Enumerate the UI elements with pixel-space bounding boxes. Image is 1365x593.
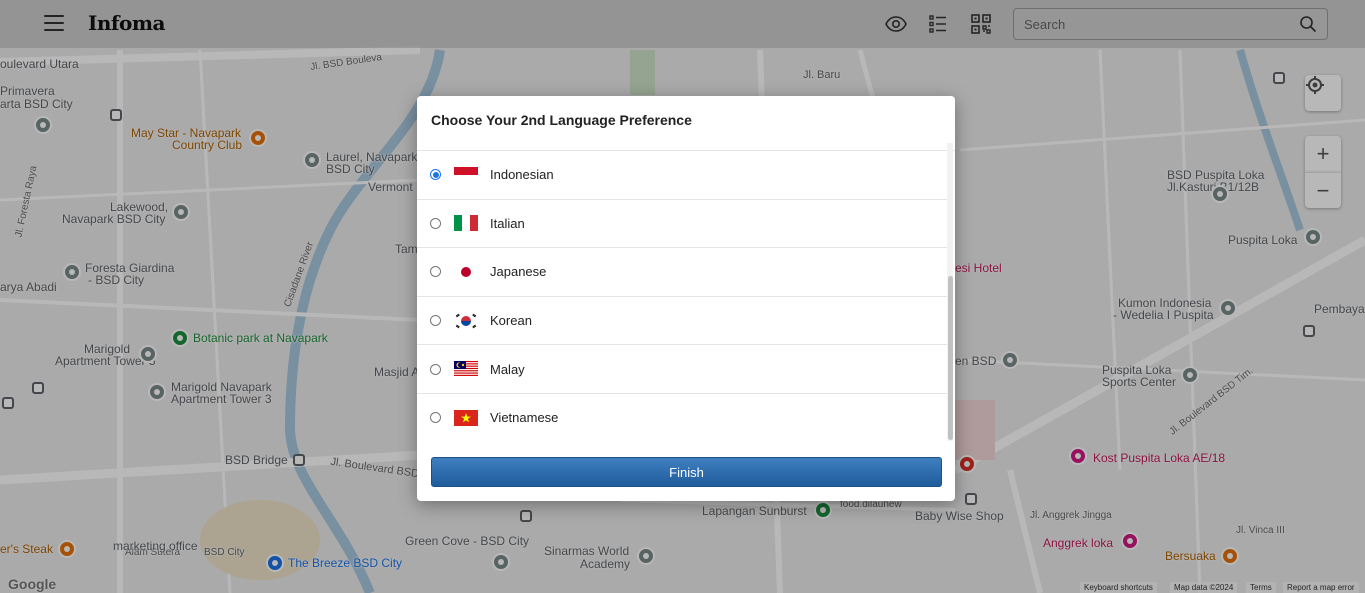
language-option-korean[interactable]: Korean <box>417 297 949 346</box>
language-option-japanese[interactable]: Japanese <box>417 248 949 297</box>
japan-flag-icon <box>454 263 478 280</box>
indonesia-flag-icon <box>454 166 478 183</box>
language-list: Indonesian Italian Japanese Korean Malay… <box>417 151 949 442</box>
language-preference-dialog: Choose Your 2nd Language Preference Indo… <box>417 96 955 501</box>
radio-button[interactable] <box>430 169 441 181</box>
radio-button[interactable] <box>430 266 441 278</box>
south-korea-flag-icon <box>454 312 478 329</box>
radio-button[interactable] <box>430 412 441 424</box>
language-option-indonesian[interactable]: Indonesian <box>417 151 949 200</box>
italy-flag-icon <box>454 215 478 232</box>
scrollbar-thumb[interactable] <box>948 276 953 440</box>
malaysia-flag-icon <box>454 361 478 378</box>
language-name: Indonesian <box>490 167 554 183</box>
language-option-italian[interactable]: Italian <box>417 200 949 249</box>
dialog-title: Choose Your 2nd Language Preference <box>431 112 692 128</box>
radio-button[interactable] <box>430 315 441 327</box>
finish-button[interactable]: Finish <box>431 457 942 487</box>
radio-button[interactable] <box>430 217 441 229</box>
language-name: Malay <box>490 361 525 377</box>
language-name: Japanese <box>490 264 547 280</box>
radio-button[interactable] <box>430 363 441 375</box>
language-name: Italian <box>490 215 525 231</box>
vietnam-flag-icon <box>454 409 478 426</box>
language-option-malay[interactable]: Malay <box>417 345 949 394</box>
language-name: Korean <box>490 313 532 329</box>
language-name: Vietnamese <box>490 410 559 426</box>
language-option-vietnamese[interactable]: Vietnamese <box>417 394 949 442</box>
